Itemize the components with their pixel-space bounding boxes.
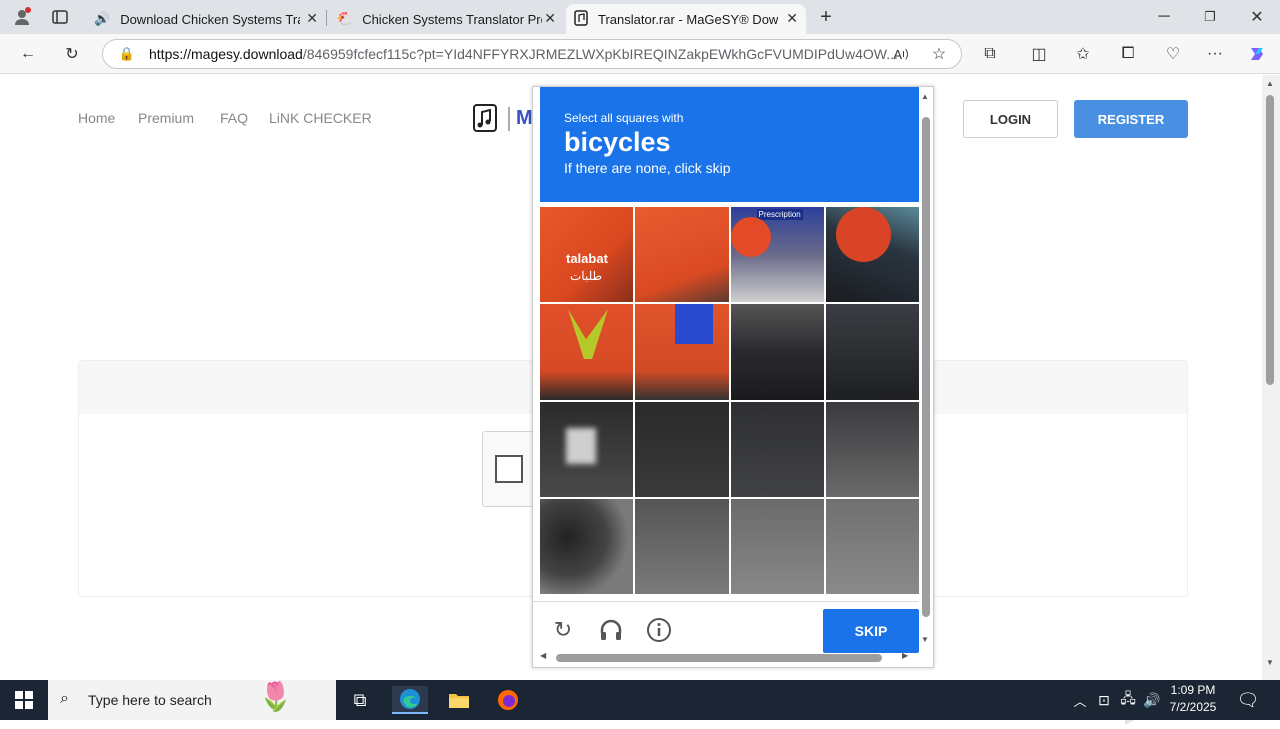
tab-translator-rar[interactable]: Translator.rar - MaGeSY® Downlo ✕ [566, 4, 806, 34]
browser-essentials-icon[interactable]: ♡ [1159, 40, 1187, 68]
tab-chicken-systems[interactable]: 🐔 Chicken Systems Translator Pro v2 ✕ [328, 4, 564, 34]
captcha-hint: If there are none, click skip [564, 160, 731, 176]
speaker-icon: 🔊 [94, 11, 111, 26]
captcha-tile[interactable]: talabat طلبات [540, 207, 634, 303]
page-scrollbar[interactable]: ▲ ▼ [1262, 75, 1280, 680]
info-icon[interactable] [645, 616, 673, 644]
nav-faq[interactable]: FAQ [220, 110, 248, 126]
collections-icon[interactable]: ⧠ [1114, 40, 1142, 68]
file-explorer-icon[interactable] [441, 686, 477, 714]
refresh-icon[interactable]: ↻ [58, 40, 86, 68]
url-field[interactable]: 🔒 https://magesy.download/846959fcfecf11… [102, 39, 962, 69]
captcha-horizontal-scrollbar[interactable]: ◀ ▶ [540, 651, 915, 663]
search-icon: ⌕ [60, 690, 69, 707]
captcha-header: Select all squares with bicycles If ther… [540, 87, 919, 202]
back-icon[interactable]: ← [14, 40, 42, 68]
captcha-tile[interactable] [730, 304, 824, 400]
captcha-target: bicycles [564, 127, 671, 157]
settings-menu-icon[interactable]: ··· [1201, 40, 1229, 68]
close-tab-icon[interactable]: ✕ [786, 10, 798, 27]
captcha-tile[interactable] [825, 207, 919, 303]
nav-link-checker[interactable]: LiNK CHECKER [269, 110, 372, 126]
captcha-tile[interactable] [825, 498, 919, 594]
windows-taskbar: ⌕ Type here to search 🌷 ⧉ ︿ ⊡ 🖧 🔊 1:09 P… [0, 680, 1280, 720]
lock-icon[interactable]: 🔒 [113, 40, 141, 68]
tab-actions-icon[interactable] [46, 3, 74, 31]
split-screen-icon[interactable]: ◫ [1025, 40, 1053, 68]
favorite-star-icon[interactable]: ☆ [925, 40, 953, 68]
close-tab-icon[interactable]: ✕ [544, 10, 556, 27]
nav-premium[interactable]: Premium [138, 110, 194, 126]
site-logo-icon[interactable] [472, 103, 498, 138]
read-aloud-icon[interactable]: Aı) [887, 40, 915, 68]
favorites-icon[interactable]: ✩ [1069, 40, 1097, 68]
skip-button[interactable]: SKIP [823, 609, 919, 653]
magesy-icon [574, 9, 588, 29]
copilot-icon[interactable] [1243, 40, 1271, 68]
audio-challenge-icon[interactable] [597, 616, 625, 644]
page-scroll-thumb[interactable] [1266, 95, 1274, 385]
firefox-icon[interactable] [490, 686, 526, 714]
search-highlight-icon: 🌷 [258, 681, 293, 712]
recaptcha-checkbox[interactable] [495, 455, 523, 483]
nav-home[interactable]: Home [78, 110, 115, 126]
captcha-tile[interactable] [635, 401, 729, 497]
task-view-icon[interactable]: ⧉ [342, 686, 378, 714]
taskbar-clock[interactable]: 1:09 PM 7/2/2025 [1160, 682, 1226, 716]
captcha-tile[interactable] [540, 304, 634, 400]
reload-icon[interactable]: ↻ [549, 616, 577, 644]
captcha-tile[interactable] [635, 207, 729, 303]
captcha-vertical-scrollbar[interactable]: ▲ ▼ [921, 92, 931, 647]
edge-taskbar-icon[interactable] [392, 686, 428, 714]
new-tab-icon[interactable]: + [812, 3, 840, 31]
notifications-icon[interactable]: 🗨 [1230, 686, 1266, 714]
captcha-hscroll-thumb[interactable] [556, 654, 882, 662]
captcha-tile[interactable] [635, 304, 729, 400]
windows-start-icon[interactable] [6, 686, 42, 714]
captcha-scroll-thumb[interactable] [922, 117, 930, 617]
close-window-icon[interactable]: ✕ [1243, 3, 1271, 31]
captcha-instruction: Select all squares with [564, 111, 684, 125]
address-bar-row: ← ↻ 🔒 https://magesy.download/846959fcfe… [0, 34, 1280, 74]
site-logo-text: M [516, 107, 533, 129]
extensions-icon[interactable]: ⧉ [976, 40, 1004, 68]
captcha-tile[interactable] [540, 498, 634, 594]
taskbar-search[interactable]: ⌕ Type here to search 🌷 [48, 680, 336, 720]
chicken-icon: 🐔 [336, 11, 353, 26]
captcha-tile[interactable] [730, 401, 824, 497]
captcha-challenge: Select all squares with bicycles If ther… [532, 86, 934, 668]
captcha-tile[interactable] [825, 304, 919, 400]
register-button[interactable]: REGISTER [1074, 100, 1188, 138]
captcha-image-grid: talabat طلبات Prescription [540, 207, 919, 594]
captcha-tile[interactable] [730, 498, 824, 594]
profile-icon[interactable] [8, 3, 36, 31]
captcha-tile[interactable]: Prescription [730, 207, 824, 303]
minimize-icon[interactable]: ─ [1150, 3, 1178, 31]
tab-download-chicken[interactable]: 🔊 Download Chicken Systems Trans ✕ [86, 4, 326, 34]
close-tab-icon[interactable]: ✕ [306, 10, 318, 27]
captcha-tile[interactable] [540, 401, 634, 497]
captcha-tile[interactable] [825, 401, 919, 497]
login-button[interactable]: LOGIN [963, 100, 1058, 138]
captcha-footer: ↻ SKIP [533, 601, 919, 661]
restore-icon[interactable]: ❐ [1196, 3, 1224, 31]
captcha-tile[interactable] [635, 498, 729, 594]
browser-tab-bar: 🔊 Download Chicken Systems Trans ✕ 🐔 Chi… [0, 0, 1280, 34]
